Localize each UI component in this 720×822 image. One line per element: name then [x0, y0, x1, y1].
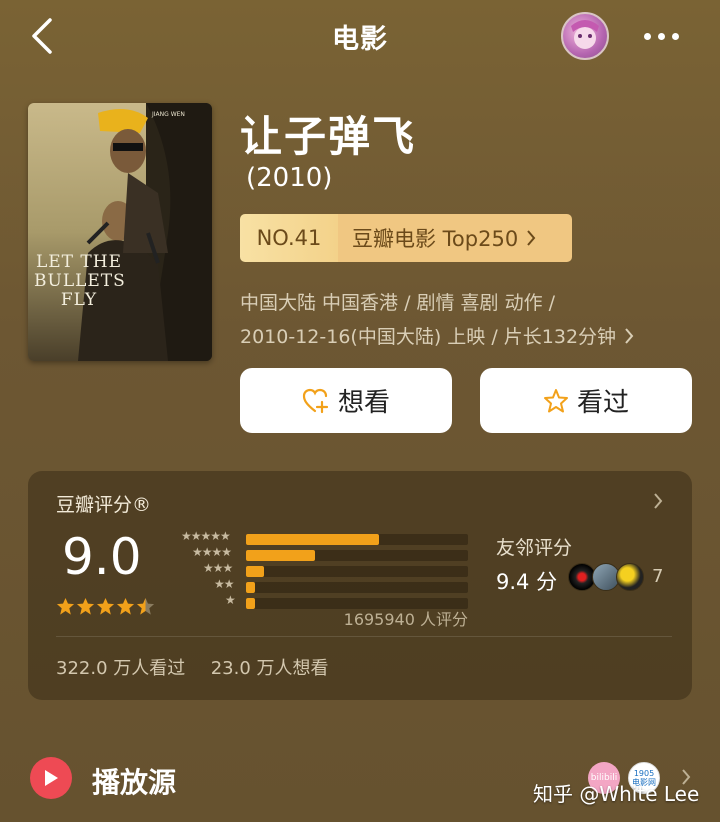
- rating-bar-fill: [246, 582, 255, 593]
- play-source-label: 播放源: [92, 766, 177, 799]
- movie-meta-genres: 中国大陆 中国香港 / 剧情 喜剧 动作 /: [240, 292, 556, 314]
- rating-bar-fill: [246, 550, 315, 561]
- rating-bar-stars: ★★★: [203, 561, 233, 575]
- rating-bar-fill: [246, 534, 380, 545]
- watched-count: 322.0 万人看过: [56, 658, 186, 679]
- rating-bar-row: ★★★★: [170, 545, 470, 562]
- watched-label: 看过: [576, 388, 629, 418]
- rating-bar-stars: ★: [225, 593, 236, 607]
- heart-plus-icon: [302, 388, 329, 413]
- rating-score: 9.0: [62, 528, 142, 586]
- rating-bar-row: ★★★: [170, 561, 470, 578]
- rating-bar-track: [246, 550, 468, 561]
- rating-bar-fill: [246, 598, 255, 609]
- watch-stats: 322.0 万人看过 23.0 万人想看: [56, 654, 329, 680]
- rating-stars: [56, 597, 155, 616]
- divider: [56, 636, 672, 637]
- rating-bar-fill: [246, 566, 264, 577]
- rank-list-label: 豆瓣电影 Top250: [352, 227, 519, 251]
- movie-year: (2010): [246, 163, 333, 193]
- rating-star-icon: [116, 597, 135, 615]
- rating-bar-track: [246, 534, 468, 545]
- movie-meta-release[interactable]: 2010-12-16(中国大陆) 上映 / 片长132分钟: [240, 322, 634, 349]
- rating-bar-row: ★★: [170, 577, 470, 594]
- want-count: 23.0 万人想看: [210, 658, 329, 679]
- movie-poster[interactable]: JIANG WEN LET THE BULLETS FLY: [28, 103, 212, 361]
- friend-avatar[interactable]: [616, 563, 644, 591]
- rating-star-icon: [136, 597, 155, 615]
- movie-title: 让子弹飞: [240, 112, 417, 161]
- rank-list-link[interactable]: 豆瓣电影 Top250: [338, 214, 572, 262]
- user-avatar[interactable]: [561, 12, 609, 60]
- rating-star-icon: [76, 597, 95, 615]
- rating-label: 豆瓣评分®: [56, 494, 152, 516]
- friends-rating-label: 友邻评分: [496, 537, 573, 559]
- watched-button[interactable]: 看过: [480, 368, 692, 433]
- chevron-right-icon[interactable]: [650, 490, 666, 512]
- rating-bar-stars: ★★★★: [192, 545, 232, 559]
- want-to-watch-button[interactable]: 想看: [240, 368, 452, 433]
- friends-rating-score: 9.4 分: [496, 570, 558, 594]
- rating-bar-stars: ★★: [214, 577, 234, 591]
- star-outline-icon: [543, 388, 568, 412]
- rating-bar-track: [246, 566, 468, 577]
- page-title: 电影: [332, 24, 388, 55]
- top250-rank-badge[interactable]: NO.41 豆瓣电影 Top250: [240, 214, 572, 262]
- watermark: 知乎 @White Lee: [533, 782, 700, 806]
- rating-star-icon: [96, 597, 115, 615]
- chevron-right-icon: [527, 230, 536, 246]
- poster-credit: JIANG WEN: [152, 111, 185, 118]
- play-icon[interactable]: [30, 757, 72, 799]
- rank-number: NO.41: [240, 214, 338, 262]
- poster-title-text: LET THE BULLETS FLY: [34, 252, 126, 310]
- rating-star-icon: [56, 597, 75, 615]
- want-to-watch-label: 想看: [337, 388, 390, 418]
- movie-meta-release-text: 2010-12-16(中国大陆) 上映 / 片长132分钟: [240, 326, 617, 348]
- chevron-right-icon: [625, 327, 634, 344]
- more-menu-button[interactable]: [644, 26, 688, 46]
- friends-count: 7: [652, 566, 664, 587]
- rating-count: 1695940 人评分: [343, 610, 468, 629]
- rating-bar-row: ★★★★★: [170, 529, 470, 546]
- rating-bar-track: [246, 582, 468, 593]
- rating-bar-stars: ★★★★★: [181, 529, 231, 543]
